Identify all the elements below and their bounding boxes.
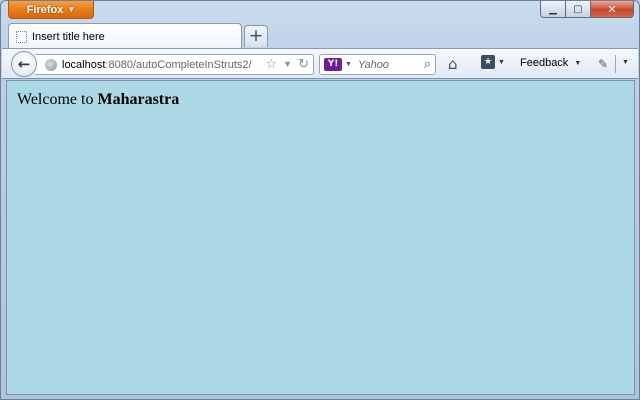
page-content: Welcome to Maharastra	[6, 80, 635, 395]
chevron-down-icon: ▼	[498, 58, 505, 66]
page-icon	[16, 30, 27, 43]
minimize-button[interactable]: ▁	[540, 1, 566, 18]
state-name: Maharastra	[97, 91, 180, 108]
url-host: localhost	[62, 58, 106, 71]
bookmarks-button[interactable]: ★ ▼	[481, 55, 505, 69]
tab-title: Insert title here	[32, 30, 105, 43]
bookmarks-icon: ★	[481, 55, 495, 69]
back-arrow-icon: ←	[17, 55, 31, 73]
back-button[interactable]: ←	[11, 51, 37, 77]
browser-window: Firefox ▼ ▁ ▢ ✕ Insert title here + local…	[0, 0, 640, 400]
history-dropdown-icon[interactable]: ▼	[283, 56, 292, 72]
firefox-menu-label: Firefox	[26, 4, 64, 16]
navigation-toolbar: localhost:8080/autoCompleteInStruts2/ ☆ …	[2, 48, 638, 79]
tab-active[interactable]: Insert title here	[8, 23, 242, 49]
url-path: :8080/autoCompleteInStruts2/	[105, 58, 252, 71]
search-bar[interactable]: Y! ▼ Yahoo ⌕	[319, 54, 436, 75]
search-input[interactable]: Yahoo	[358, 59, 389, 71]
engine-dropdown-icon[interactable]: ▼	[345, 61, 352, 68]
yahoo-engine-icon[interactable]: Y!	[324, 58, 342, 71]
welcome-prefix: Welcome to	[17, 91, 94, 108]
toolbar-menu-icon[interactable]: ▼	[622, 59, 629, 66]
maximize-button[interactable]: ▢	[566, 1, 591, 18]
url-bar[interactable]: localhost:8080/autoCompleteInStruts2/ ☆ …	[35, 54, 314, 75]
addon-icon[interactable]: ✎	[598, 57, 608, 71]
firefox-menu-button[interactable]: Firefox ▼	[8, 1, 94, 19]
feedback-label: Feedback	[520, 57, 569, 69]
url-bar-icons: ☆ ▼ ↻	[266, 56, 309, 72]
window-controls: ▁ ▢ ✕	[540, 1, 634, 18]
feedback-button[interactable]: Feedback ▼	[520, 57, 581, 69]
search-icon[interactable]: ⌕	[424, 57, 431, 72]
chevron-down-icon: ▼	[574, 59, 582, 67]
close-window-button[interactable]: ✕	[591, 1, 634, 18]
toolbar-divider	[615, 55, 616, 73]
chevron-down-icon: ▼	[67, 5, 76, 14]
reload-icon[interactable]: ↻	[298, 56, 309, 72]
welcome-message: Welcome to Maharastra	[17, 91, 179, 109]
new-tab-button[interactable]: +	[244, 25, 268, 47]
globe-icon	[45, 58, 57, 71]
home-icon[interactable]: ⌂	[448, 55, 464, 73]
star-icon[interactable]: ☆	[266, 56, 278, 72]
